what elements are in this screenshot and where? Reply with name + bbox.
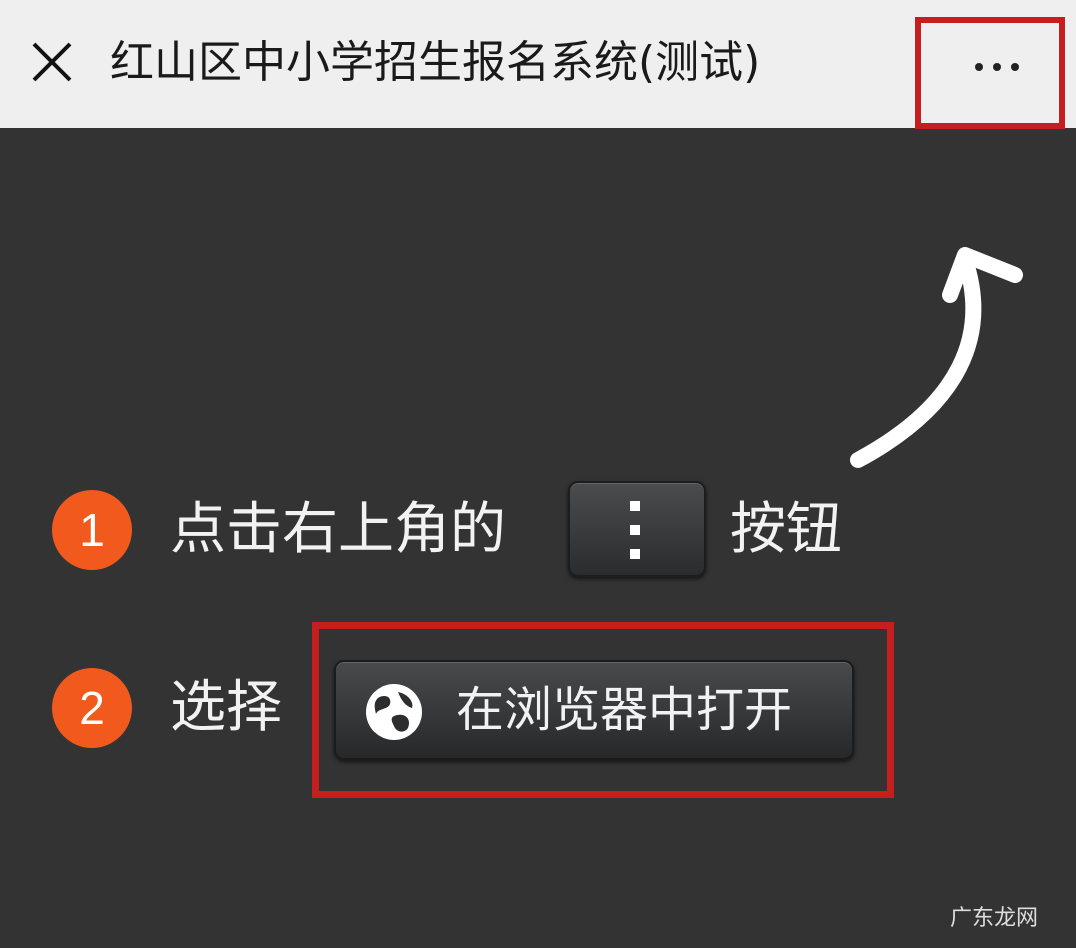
step-1-text: 点击右上角的 (170, 497, 506, 562)
step-2-text: 选择 (170, 675, 282, 740)
more-dots-icon (975, 63, 1019, 71)
kebab-icon (630, 501, 640, 559)
open-in-browser-button[interactable]: 在浏览器中打开 (334, 660, 854, 760)
watermark: 广东龙网 (949, 906, 1038, 931)
open-in-browser-label: 在浏览器中打开 (456, 682, 793, 738)
step-1-badge: 1 (52, 490, 132, 570)
kebab-menu-button[interactable] (568, 481, 706, 577)
curved-arrow-icon (850, 247, 1023, 468)
page-title: 红山区中小学招生报名系统(测试) (110, 37, 761, 88)
close-button[interactable] (28, 38, 76, 86)
top-bar: 红山区中小学招生报名系统(测试) (0, 0, 1076, 129)
globe-icon (366, 684, 422, 740)
more-menu-button[interactable] (915, 17, 1065, 129)
close-icon (32, 42, 72, 82)
step-1-suffix: 按钮 (730, 497, 842, 562)
step-2-badge: 2 (52, 668, 132, 748)
